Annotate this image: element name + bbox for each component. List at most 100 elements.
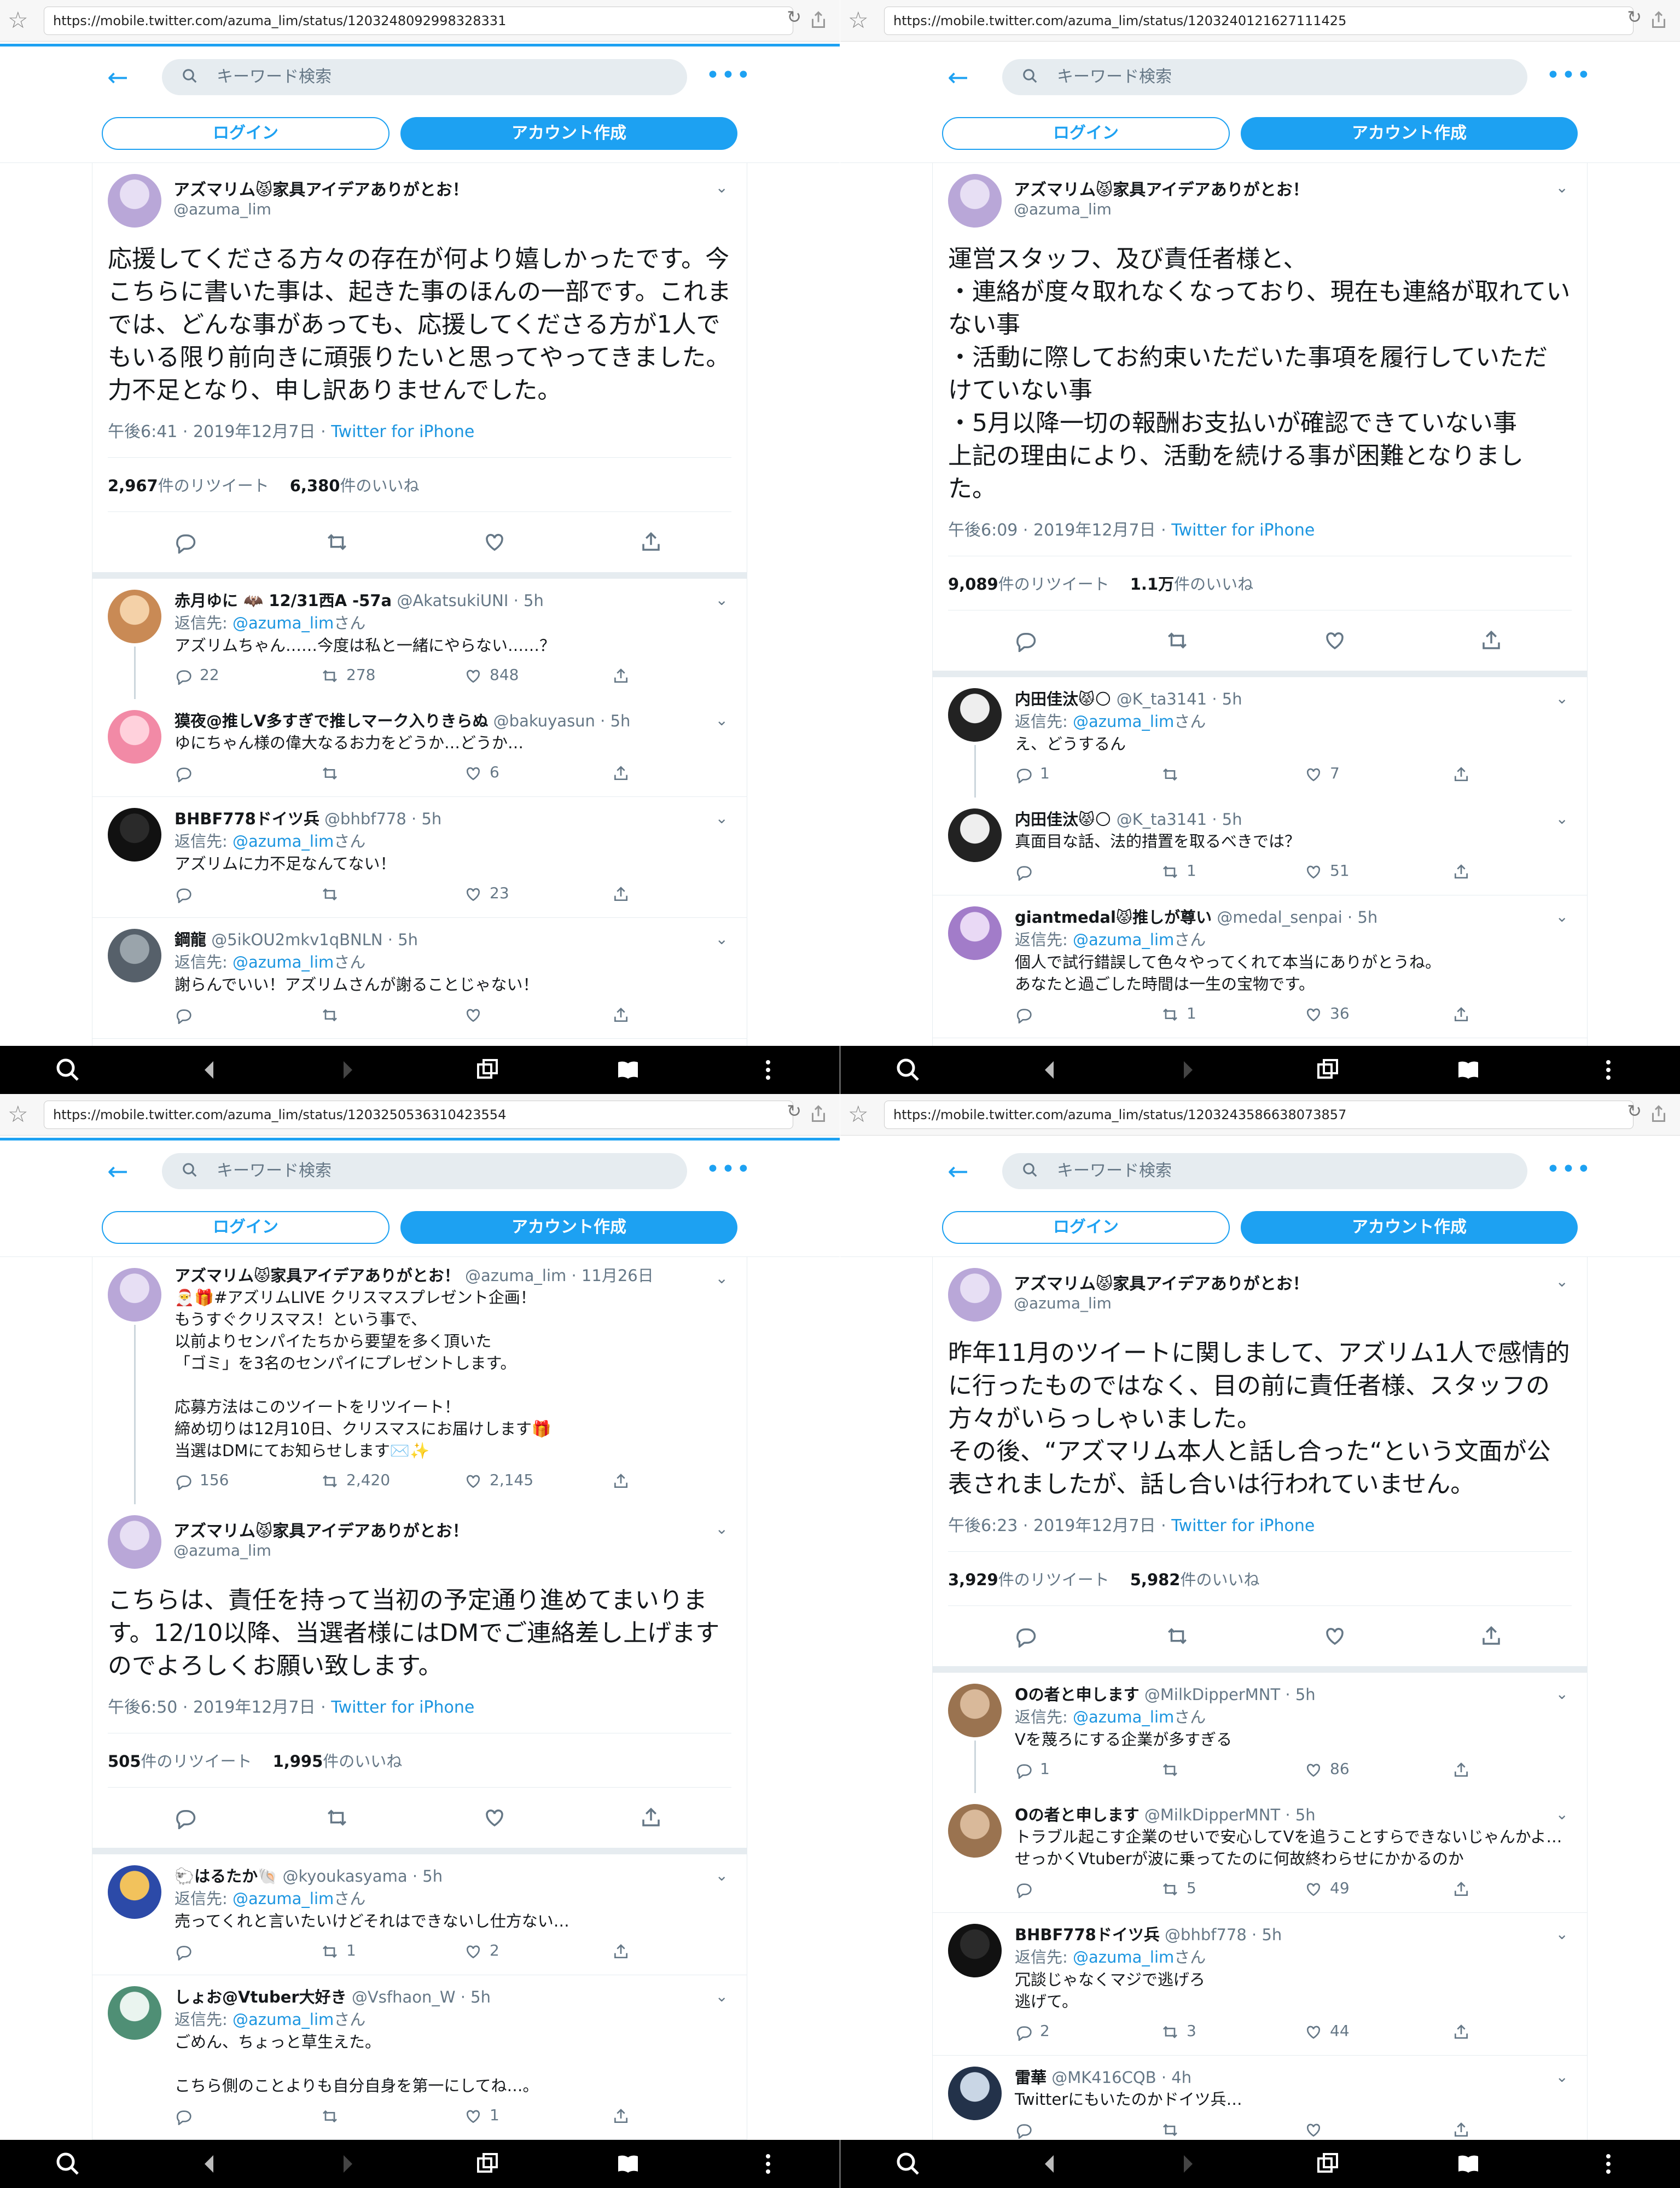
share-icon[interactable]	[1480, 1625, 1503, 1648]
like-icon[interactable]	[464, 1473, 482, 1490]
reply-icon[interactable]	[1015, 1881, 1032, 1898]
like-icon[interactable]	[483, 1806, 506, 1829]
create-account-button[interactable]: アカウント作成	[400, 1211, 737, 1244]
user-name[interactable]: BHBF778ドイツ兵	[1015, 1925, 1160, 1944]
chevron-down-icon[interactable]: ⌄	[716, 591, 728, 609]
reply-tweet[interactable]: ⌄ Oの者と申します @MilkDipperMNT · 5h トラブル起こす企業…	[933, 1793, 1587, 1913]
like-icon[interactable]	[464, 2108, 482, 2125]
search-icon[interactable]	[1022, 1162, 1038, 1178]
reply-icon[interactable]	[1014, 629, 1037, 652]
avatar[interactable]	[948, 688, 1002, 742]
search-input[interactable]: キーワード検索	[162, 59, 687, 95]
nav-menu-icon[interactable]	[755, 2151, 781, 2177]
nav-bookmarks-icon[interactable]	[615, 2151, 641, 2177]
retweet-count[interactable]: 9,089	[948, 575, 998, 593]
retweet-icon[interactable]	[1161, 2121, 1179, 2139]
back-arrow-icon[interactable]: ←	[947, 1155, 969, 1187]
avatar[interactable]	[948, 906, 1002, 960]
reply-icon[interactable]	[175, 1943, 192, 1960]
reply-tweet[interactable]: ⌄ 内田佳汰😾🌕 @K_ta3141 · 5h 返信先: @azuma_limさ…	[933, 677, 1587, 798]
nav-search-icon[interactable]	[895, 2151, 921, 2177]
create-account-button[interactable]: アカウント作成	[400, 117, 737, 150]
user-name[interactable]: アズマリム😾家具アイデアありがとお！	[1014, 1270, 1309, 1294]
nav-menu-icon[interactable]	[755, 1057, 781, 1083]
retweet-icon[interactable]	[1161, 863, 1179, 881]
like-icon[interactable]	[1323, 1625, 1346, 1648]
like-icon[interactable]	[464, 765, 482, 782]
retweet-icon[interactable]	[1161, 766, 1179, 783]
share-icon[interactable]	[1452, 863, 1470, 881]
chevron-down-icon[interactable]: ⌄	[716, 809, 728, 827]
reply-icon[interactable]	[175, 2108, 192, 2125]
reply-tweet[interactable]: ⌄ BHBF778ドイツ兵 @bhbf778 · 5h 返信先: @azuma_…	[933, 1913, 1587, 2056]
reply-to-mention[interactable]: @azuma_lim	[232, 1889, 334, 1908]
share-page-icon[interactable]	[1649, 1102, 1669, 1126]
like-count[interactable]: 5,982	[1130, 1570, 1181, 1589]
chevron-down-icon[interactable]: ⌄	[716, 930, 728, 948]
avatar[interactable]	[108, 710, 161, 764]
retweet-icon[interactable]	[325, 1806, 348, 1829]
share-icon[interactable]	[1452, 2121, 1470, 2139]
search-icon[interactable]	[1022, 68, 1038, 84]
reply-to-mention[interactable]: @azuma_lim	[1073, 712, 1174, 731]
login-button[interactable]: ログイン	[942, 1211, 1230, 1244]
retweet-icon[interactable]	[325, 531, 348, 554]
nav-tabs-icon[interactable]	[475, 2151, 501, 2177]
like-icon[interactable]	[1305, 2121, 1322, 2139]
share-icon[interactable]	[1452, 2023, 1470, 2041]
nav-search-icon[interactable]	[55, 2151, 81, 2177]
nav-bookmarks-icon[interactable]	[1455, 2151, 1481, 2177]
reply-icon[interactable]	[1015, 863, 1032, 881]
more-options-icon[interactable]: •••	[1546, 60, 1592, 91]
reply-icon[interactable]	[1015, 2023, 1032, 2041]
user-name[interactable]: giantmedal😾推しが尊い	[1015, 908, 1212, 927]
retweet-icon[interactable]	[1161, 2023, 1179, 2041]
chevron-down-icon[interactable]: ⌄	[716, 1987, 728, 2005]
more-options-icon[interactable]: •••	[706, 60, 752, 91]
retweet-icon[interactable]	[1161, 1006, 1179, 1023]
login-button[interactable]: ログイン	[942, 117, 1230, 150]
retweet-icon[interactable]	[1166, 629, 1189, 652]
share-icon[interactable]	[612, 2108, 630, 2125]
like-icon[interactable]	[1305, 1006, 1322, 1023]
reply-to-mention[interactable]: @azuma_lim	[232, 2010, 334, 2029]
share-icon[interactable]	[1480, 629, 1503, 652]
nav-tabs-icon[interactable]	[1315, 2151, 1341, 2177]
user-name[interactable]: アズマリム😾家具アイデアありがとお！	[175, 1266, 460, 1285]
chevron-down-icon[interactable]: ⌄	[1556, 1685, 1568, 1703]
reply-icon[interactable]	[1015, 1761, 1032, 1779]
share-page-icon[interactable]	[1649, 8, 1669, 32]
url-field[interactable]: https://mobile.twitter.com/azuma_lim/sta…	[884, 1101, 1634, 1129]
retweet-icon[interactable]	[1161, 1881, 1179, 1898]
chevron-down-icon[interactable]: ⌄	[1556, 907, 1568, 926]
avatar[interactable]	[108, 1986, 161, 2040]
like-icon[interactable]	[464, 1006, 482, 1024]
reply-to-mention[interactable]: @azuma_lim	[232, 614, 334, 632]
chevron-down-icon[interactable]: ⌄	[1556, 1925, 1568, 1943]
reply-tweet[interactable]: ⌄ BHBF778ドイツ兵 @bhbf778 · 5h 返信先: @azuma_…	[92, 797, 747, 918]
nav-forward-icon[interactable]	[335, 2151, 361, 2177]
parent-tweet[interactable]: ⌄ アズマリム😾家具アイデアありがとお！ @azuma_lim · 11月26日…	[92, 1257, 747, 1504]
reply-icon[interactable]	[175, 765, 192, 782]
avatar[interactable]	[108, 808, 161, 862]
reply-tweet[interactable]: ⌄ Oの者と申します @MilkDipperMNT · 5h 返信先: @azu…	[933, 1673, 1587, 1793]
user-name[interactable]: アズマリム😾家具アイデアありがとお！	[1014, 176, 1309, 200]
like-icon[interactable]	[1305, 2023, 1322, 2041]
nav-search-icon[interactable]	[895, 1057, 921, 1083]
like-count[interactable]: 1,995	[273, 1752, 323, 1771]
user-handle[interactable]: @azuma_lim	[173, 1541, 271, 1559]
reply-to-mention[interactable]: @azuma_lim	[232, 953, 334, 971]
retweet-icon[interactable]	[321, 765, 339, 782]
avatar[interactable]	[948, 1268, 1002, 1322]
nav-tabs-icon[interactable]	[1315, 1057, 1341, 1083]
chevron-down-icon[interactable]: ⌄	[1556, 689, 1568, 707]
reply-tweet[interactable]: ⌄ 赤月ゆに 🦇 12/31西A -57a @AkatsukiUNI · 5h …	[92, 579, 747, 699]
like-count[interactable]: 1.1万	[1130, 575, 1174, 593]
user-name[interactable]: 赤月ゆに 🦇 12/31西A -57a	[175, 591, 392, 610]
tweet-source-link[interactable]: Twitter for iPhone	[1171, 521, 1315, 540]
user-name[interactable]: アズマリム😾家具アイデアありがとお！	[173, 176, 469, 200]
reply-icon[interactable]	[1015, 1006, 1032, 1023]
avatar[interactable]	[948, 1804, 1002, 1858]
nav-back-icon[interactable]	[196, 2151, 222, 2177]
retweet-icon[interactable]	[321, 1943, 339, 1960]
